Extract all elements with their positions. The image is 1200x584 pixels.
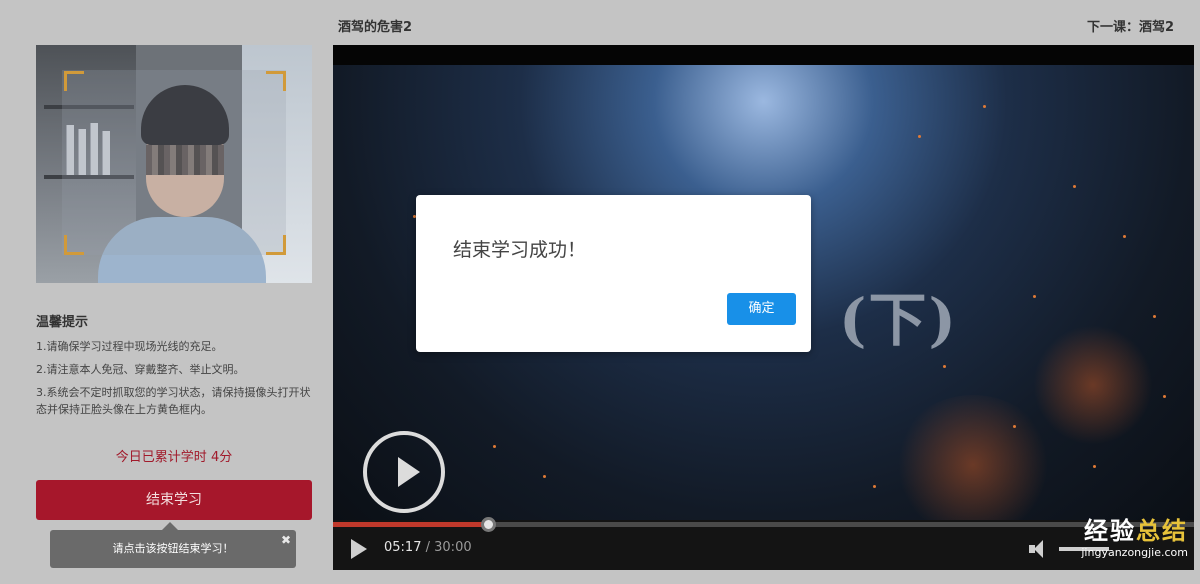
time-separator: / (425, 540, 430, 555)
confirm-button[interactable]: 确定 (727, 293, 796, 325)
tips-title: 温馨提示 (36, 315, 89, 330)
ember-glow (1033, 325, 1153, 445)
ember-particle (1013, 425, 1016, 428)
watermark-logo-part1: 经验 (1084, 517, 1136, 545)
today-study-value: 4分 (210, 450, 233, 465)
ember-particle (1033, 295, 1036, 298)
end-study-tooltip: 请点击该按钮结束学习！ ✖ (50, 522, 296, 568)
next-lesson-link[interactable]: 下一课：酒驾2 (1087, 16, 1174, 35)
success-dialog: 结束学习成功！ 确定 (416, 195, 811, 352)
ember-particle (918, 135, 921, 138)
ember-particle (543, 475, 546, 478)
tips-panel: 温馨提示 1.请确保学习过程中现场光线的充足。 2.请注意本人免冠、穿戴整齐、举… (36, 312, 312, 418)
close-icon[interactable]: ✖ (280, 534, 292, 546)
today-study-label: 今日已累计学时 (115, 450, 207, 465)
tip-item: 1.请确保学习过程中现场光线的充足。 (36, 340, 223, 353)
ember-particle (1093, 465, 1096, 468)
tip-item: 2.请注意本人免冠、穿戴整齐、举止文明。 (36, 363, 245, 376)
progress-fill (333, 522, 488, 527)
ember-particle (1123, 235, 1126, 238)
today-study-time: 今日已累计学时 4分 (36, 446, 312, 465)
current-time: 05:17 (384, 540, 422, 555)
watermark-url: jingyanzongjie.com (1081, 546, 1188, 559)
face-guide-area (62, 70, 286, 255)
watermark: 经验总结 jingyanzongjie.com (1048, 516, 1188, 566)
ember-particle (873, 485, 876, 488)
video-title-text: (下) (839, 286, 958, 354)
tooltip-text: 请点击该按钮结束学习！ (112, 542, 234, 555)
lesson-title: 酒驾的危害2 (338, 20, 413, 35)
total-time: 30:00 (434, 540, 472, 555)
progress-handle[interactable] (481, 517, 496, 532)
ember-particle (493, 445, 496, 448)
face-frame-corner (266, 71, 286, 91)
ember-particle (943, 365, 946, 368)
watermark-logo-part2: 总结 (1136, 517, 1188, 545)
time-display: 05:17 / 30:00 (384, 540, 472, 555)
play-icon[interactable] (351, 539, 367, 559)
ember-particle (983, 105, 986, 108)
video-letterbox (333, 45, 1194, 65)
tip-item: 3.系统会不定时抓取您的学习状态，请保持摄像头打开状态并保持正脸头像在上方黄色框… (36, 386, 311, 416)
big-play-icon[interactable] (363, 431, 445, 513)
webcam-preview (36, 45, 312, 283)
face-frame-corner (266, 235, 286, 255)
face-frame-corner (64, 235, 84, 255)
dialog-message: 结束学习成功！ (453, 239, 587, 261)
face-frame-corner (64, 71, 84, 91)
ember-glow (893, 395, 1053, 535)
ember-particle (1153, 315, 1156, 318)
ember-particle (1073, 185, 1076, 188)
ember-particle (1163, 395, 1166, 398)
end-study-button[interactable]: 结束学习 (36, 480, 312, 520)
watermark-logo: 经验总结 (1048, 516, 1188, 546)
